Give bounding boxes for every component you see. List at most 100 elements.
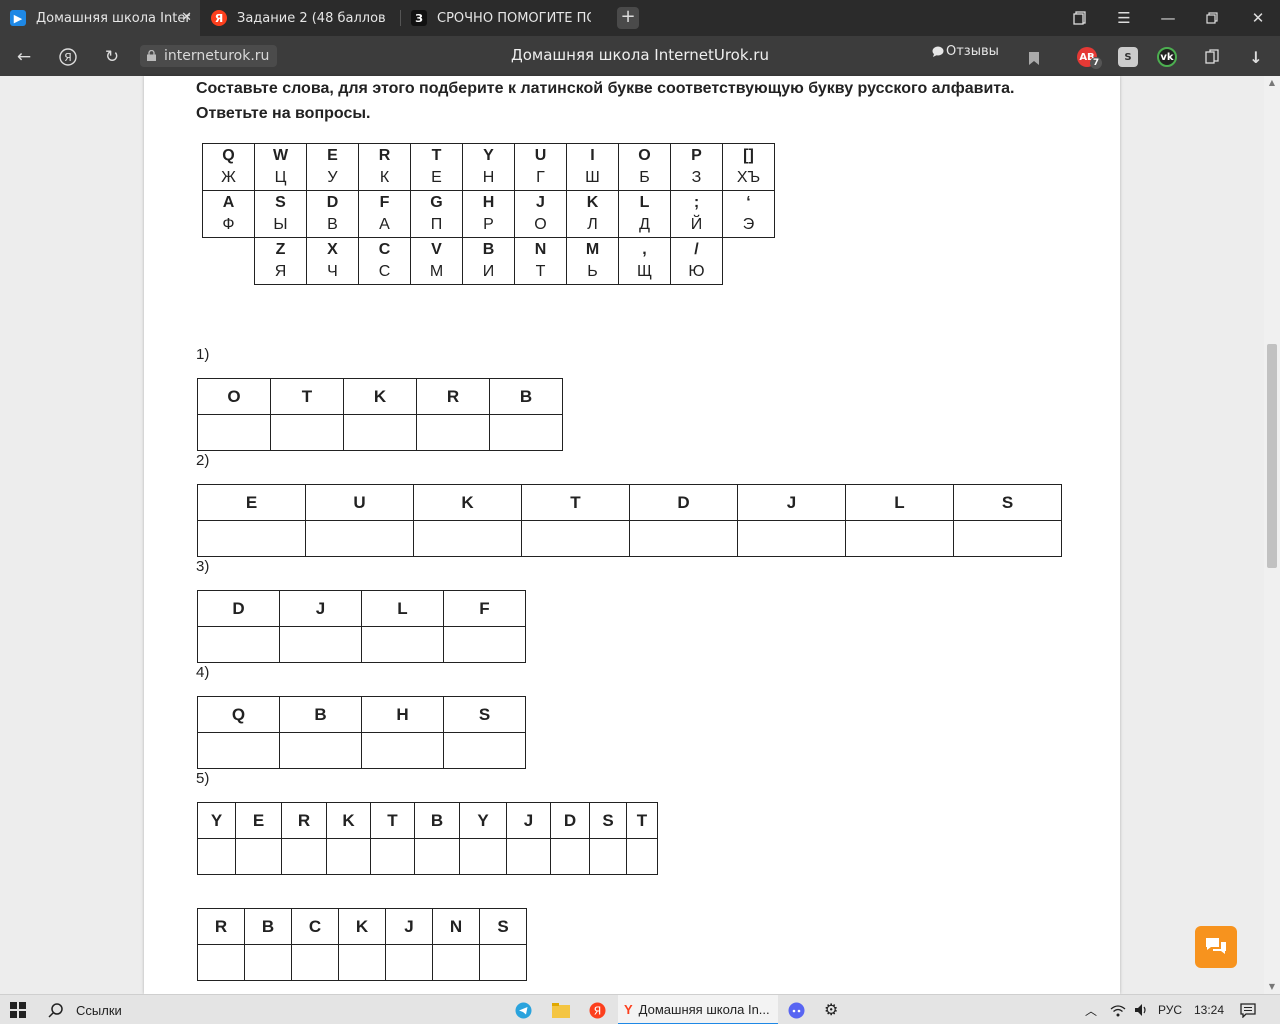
answer-cell[interactable] bbox=[845, 520, 954, 557]
answer-cell[interactable] bbox=[197, 838, 236, 875]
answer-cell[interactable] bbox=[506, 838, 551, 875]
clock[interactable]: 13:24 bbox=[1194, 995, 1224, 1024]
tab-manager-icon[interactable] bbox=[1058, 0, 1102, 36]
russian-letter: Щ bbox=[637, 263, 652, 280]
yandex-browser-icon[interactable]: Я bbox=[589, 995, 606, 1024]
cipher-letter-cell: T bbox=[626, 802, 658, 839]
answer-cell[interactable] bbox=[385, 944, 433, 981]
scroll-down-icon[interactable]: ▼ bbox=[1267, 982, 1277, 991]
yandex-button-icon[interactable]: Я bbox=[55, 44, 81, 70]
answer-cell[interactable] bbox=[235, 838, 282, 875]
russian-letter: Ю bbox=[688, 263, 705, 280]
collections-icon[interactable] bbox=[1202, 47, 1222, 67]
russian-letter: Э bbox=[742, 216, 755, 233]
language-indicator[interactable]: РУС bbox=[1158, 995, 1182, 1024]
answer-cell[interactable] bbox=[737, 520, 846, 557]
cipher-row: OTKRB bbox=[197, 378, 563, 415]
answer-cell[interactable] bbox=[370, 838, 415, 875]
cipher-letter-cell: S bbox=[589, 802, 627, 839]
latin-letter: X bbox=[327, 241, 338, 258]
scroll-up-icon[interactable]: ▲ bbox=[1267, 78, 1277, 87]
cipher-letter-cell: H bbox=[361, 696, 444, 733]
keymap-cell: QЖ bbox=[202, 143, 255, 191]
tab-bar: ▶ Домашняя школа Interr ✕ Я Задание 2 (4… bbox=[0, 0, 1280, 36]
restore-icon[interactable] bbox=[1190, 0, 1234, 36]
answer-cell[interactable] bbox=[343, 414, 417, 451]
answer-cell[interactable] bbox=[361, 732, 444, 769]
latin-letter: N bbox=[534, 241, 547, 258]
answer-cell[interactable] bbox=[197, 414, 271, 451]
answer-cell[interactable] bbox=[197, 944, 245, 981]
answer-cell[interactable] bbox=[338, 944, 386, 981]
scrollbar[interactable]: ▲ ▼ bbox=[1264, 76, 1280, 994]
vk-extension-icon[interactable]: vk bbox=[1157, 47, 1177, 67]
reload-icon[interactable]: ↻ bbox=[99, 44, 125, 70]
answer-cell[interactable] bbox=[361, 626, 444, 663]
answer-cell[interactable] bbox=[443, 626, 526, 663]
answer-cell[interactable] bbox=[291, 944, 339, 981]
cipher-letter-cell: R bbox=[416, 378, 490, 415]
speech-bubble-icon bbox=[932, 46, 944, 57]
answer-cell[interactable] bbox=[326, 838, 371, 875]
back-arrow-icon[interactable]: ← bbox=[11, 44, 37, 70]
answer-cell[interactable] bbox=[413, 520, 522, 557]
answer-cell[interactable] bbox=[432, 944, 480, 981]
answer-cell[interactable] bbox=[197, 520, 306, 557]
wifi-icon[interactable] bbox=[1110, 995, 1126, 1024]
notifications-icon[interactable] bbox=[1240, 995, 1256, 1024]
tray-chevron-up-icon[interactable]: ︿ bbox=[1085, 995, 1097, 1024]
answer-cell[interactable] bbox=[589, 838, 627, 875]
volume-icon[interactable] bbox=[1134, 995, 1150, 1024]
close-window-icon[interactable]: ✕ bbox=[1236, 0, 1280, 36]
answer-cell[interactable] bbox=[626, 838, 658, 875]
taskbar-search-label[interactable]: Ссылки bbox=[76, 995, 122, 1024]
tab-close-icon[interactable]: ✕ bbox=[181, 10, 192, 25]
answer-cell[interactable] bbox=[459, 838, 507, 875]
tab-label: Домашняя школа Interr bbox=[36, 10, 190, 26]
answer-cell[interactable] bbox=[416, 414, 490, 451]
answer-cell[interactable] bbox=[197, 626, 280, 663]
answer-cell[interactable] bbox=[953, 520, 1062, 557]
chat-icon bbox=[1206, 938, 1226, 954]
menu-icon[interactable]: ☰ bbox=[1102, 0, 1146, 36]
answer-cell[interactable] bbox=[197, 732, 280, 769]
cipher-letter-cell: J bbox=[279, 590, 362, 627]
file-explorer-icon[interactable] bbox=[552, 995, 570, 1024]
answer-cell[interactable] bbox=[629, 520, 738, 557]
s-extension-icon[interactable]: S bbox=[1118, 47, 1138, 67]
question-number: 1) bbox=[196, 346, 210, 363]
discord-icon[interactable] bbox=[788, 995, 805, 1024]
answer-cell[interactable] bbox=[479, 944, 527, 981]
answer-cell[interactable] bbox=[489, 414, 563, 451]
telegram-icon[interactable] bbox=[515, 995, 532, 1024]
answer-cell[interactable] bbox=[270, 414, 344, 451]
tab-srochno[interactable]: З СРОЧНО ПОМОГИТЕ ПО bbox=[401, 0, 601, 36]
keymap-cell: VМ bbox=[410, 237, 463, 285]
answer-cell[interactable] bbox=[521, 520, 630, 557]
tab-zadanie[interactable]: Я Задание 2 (48 баллов). Ка bbox=[201, 0, 396, 36]
answer-cell[interactable] bbox=[443, 732, 526, 769]
windows-start-icon[interactable] bbox=[10, 995, 26, 1024]
tab-internetruok[interactable]: ▶ Домашняя школа Interr ✕ bbox=[0, 0, 200, 36]
answer-cell[interactable] bbox=[414, 838, 460, 875]
answer-cell[interactable] bbox=[305, 520, 414, 557]
answer-cell[interactable] bbox=[279, 732, 362, 769]
settings-gear-icon[interactable]: ⚙ bbox=[824, 995, 838, 1024]
reviews-button[interactable]: Отзывы bbox=[932, 44, 999, 59]
new-tab-button[interactable]: + bbox=[617, 7, 639, 29]
taskbar-active-window[interactable]: Y Домашняя школа In... bbox=[618, 995, 778, 1024]
address-bar[interactable]: internеturok.ru bbox=[140, 45, 278, 67]
minimize-icon[interactable]: — bbox=[1146, 0, 1190, 36]
cipher-letter-cell: R bbox=[197, 908, 245, 945]
answer-cell[interactable] bbox=[279, 626, 362, 663]
scroll-thumb[interactable] bbox=[1267, 344, 1277, 568]
search-icon[interactable] bbox=[48, 995, 63, 1024]
answer-cell[interactable] bbox=[281, 838, 327, 875]
bookmark-icon[interactable] bbox=[1024, 48, 1044, 68]
download-icon[interactable]: ↓ bbox=[1246, 47, 1266, 67]
answer-cell[interactable] bbox=[244, 944, 292, 981]
answer-cell[interactable] bbox=[550, 838, 590, 875]
russian-letter: О bbox=[534, 216, 547, 233]
keymap-cell: SЫ bbox=[254, 190, 307, 238]
chat-button[interactable] bbox=[1195, 926, 1237, 968]
